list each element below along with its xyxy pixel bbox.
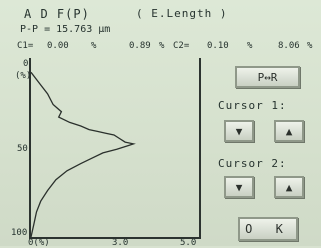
adf-screen: A D F(P) ( E.Length ) P-P = 15.763 µm C1…: [0, 0, 321, 248]
cursor2-up-button[interactable]: ▲: [274, 176, 304, 198]
up-arrow-icon: ▲: [285, 124, 293, 138]
up-arrow-icon: ▲: [285, 180, 293, 194]
c2-value-1: 0.10: [207, 41, 229, 51]
x-tick-left: 0(%): [28, 238, 50, 248]
x-tick-mid: 3.0: [112, 238, 129, 248]
c2-unit-1: %: [247, 41, 253, 51]
c2-unit-2: %: [307, 41, 313, 51]
y-tick-mid: 50: [17, 144, 28, 154]
cursor2-label: Cursor 2:: [218, 157, 287, 170]
y-unit-label: (%): [15, 71, 32, 81]
x-tick-right: 5.0: [180, 238, 197, 248]
cursor1-label: Cursor 1:: [218, 99, 287, 112]
y-tick-top: 0: [23, 59, 29, 69]
cursor1-down-button[interactable]: ▼: [224, 120, 254, 142]
mode-label: ( E.Length ): [136, 7, 228, 20]
cursor2-down-button[interactable]: ▼: [224, 176, 254, 198]
c2-value-2: 8.06: [278, 41, 300, 51]
down-arrow-icon: ▼: [235, 180, 243, 194]
series-line-0: [31, 71, 136, 237]
c1-unit-1: %: [91, 41, 97, 51]
ok-button[interactable]: O K: [238, 217, 298, 241]
header: A D F(P) ( E.Length ): [24, 7, 226, 21]
p-r-toggle-button[interactable]: P↔R: [235, 66, 300, 88]
c1-value-2: 0.89: [129, 41, 151, 51]
down-arrow-icon: ▼: [235, 124, 243, 138]
c1-value-1: 0.00: [47, 41, 69, 51]
cursor1-up-button[interactable]: ▲: [274, 120, 304, 142]
y-tick-bottom: 100: [11, 228, 28, 238]
page-title: A D F(P): [24, 7, 90, 21]
pp-readout: P-P = 15.763 µm: [20, 24, 111, 35]
c1-unit-2: %: [159, 41, 165, 51]
distribution-chart: [31, 71, 136, 237]
c1-label: C1=: [17, 41, 34, 51]
c2-label: C2=: [173, 41, 190, 51]
